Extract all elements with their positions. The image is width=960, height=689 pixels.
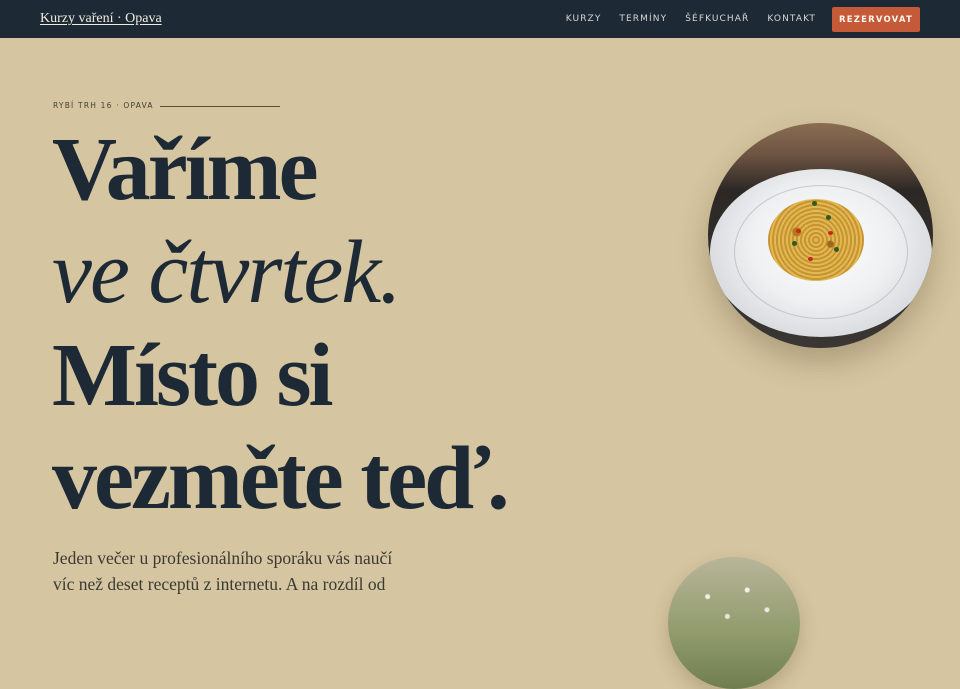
herb-garnish (792, 241, 797, 246)
herb-garnish (826, 215, 831, 220)
hero-title: Vaříme ve čtvrtek. Místo si vezměte teď. (52, 118, 510, 530)
chili-garnish (828, 231, 833, 235)
herb-garnish (812, 201, 817, 206)
hero-title-line-2: ve čtvrtek. (52, 223, 402, 322)
brand-logo-link[interactable]: Kurzy vaření · Opava (40, 11, 162, 27)
hero-title-line-3: Místo si (52, 326, 333, 425)
hero-title-line-4: vezměte teď. (52, 429, 510, 528)
meadow-photo (668, 557, 800, 689)
eyebrow-divider (160, 106, 280, 107)
nav-link-kurzy[interactable]: KURZY (566, 14, 602, 24)
address-eyebrow: RYBÍ TRH 16 · OPAVA (53, 101, 154, 110)
main-nav: KURZY TERMÍNY ŠÉFKUCHAŘ KONTAKT (566, 0, 816, 38)
nav-link-terminy[interactable]: TERMÍNY (619, 14, 667, 24)
hero-lead-paragraph: Jeden večer u profesionálního sporáku vá… (53, 548, 393, 594)
chili-garnish (796, 229, 801, 233)
dish-photo (708, 123, 933, 348)
nav-link-sefkuchar[interactable]: ŠÉFKUCHAŘ (685, 14, 749, 24)
nav-link-kontakt[interactable]: KONTAKT (767, 14, 816, 24)
hero-title-line-1: Vaříme (52, 120, 319, 219)
pasta-illustration (768, 199, 864, 281)
chili-garnish (808, 257, 813, 261)
top-navigation-bar: Kurzy vaření · Opava KURZY TERMÍNY ŠÉFKU… (0, 0, 960, 38)
herb-garnish (834, 247, 839, 252)
reserve-button[interactable]: REZERVOVAT (832, 7, 920, 32)
